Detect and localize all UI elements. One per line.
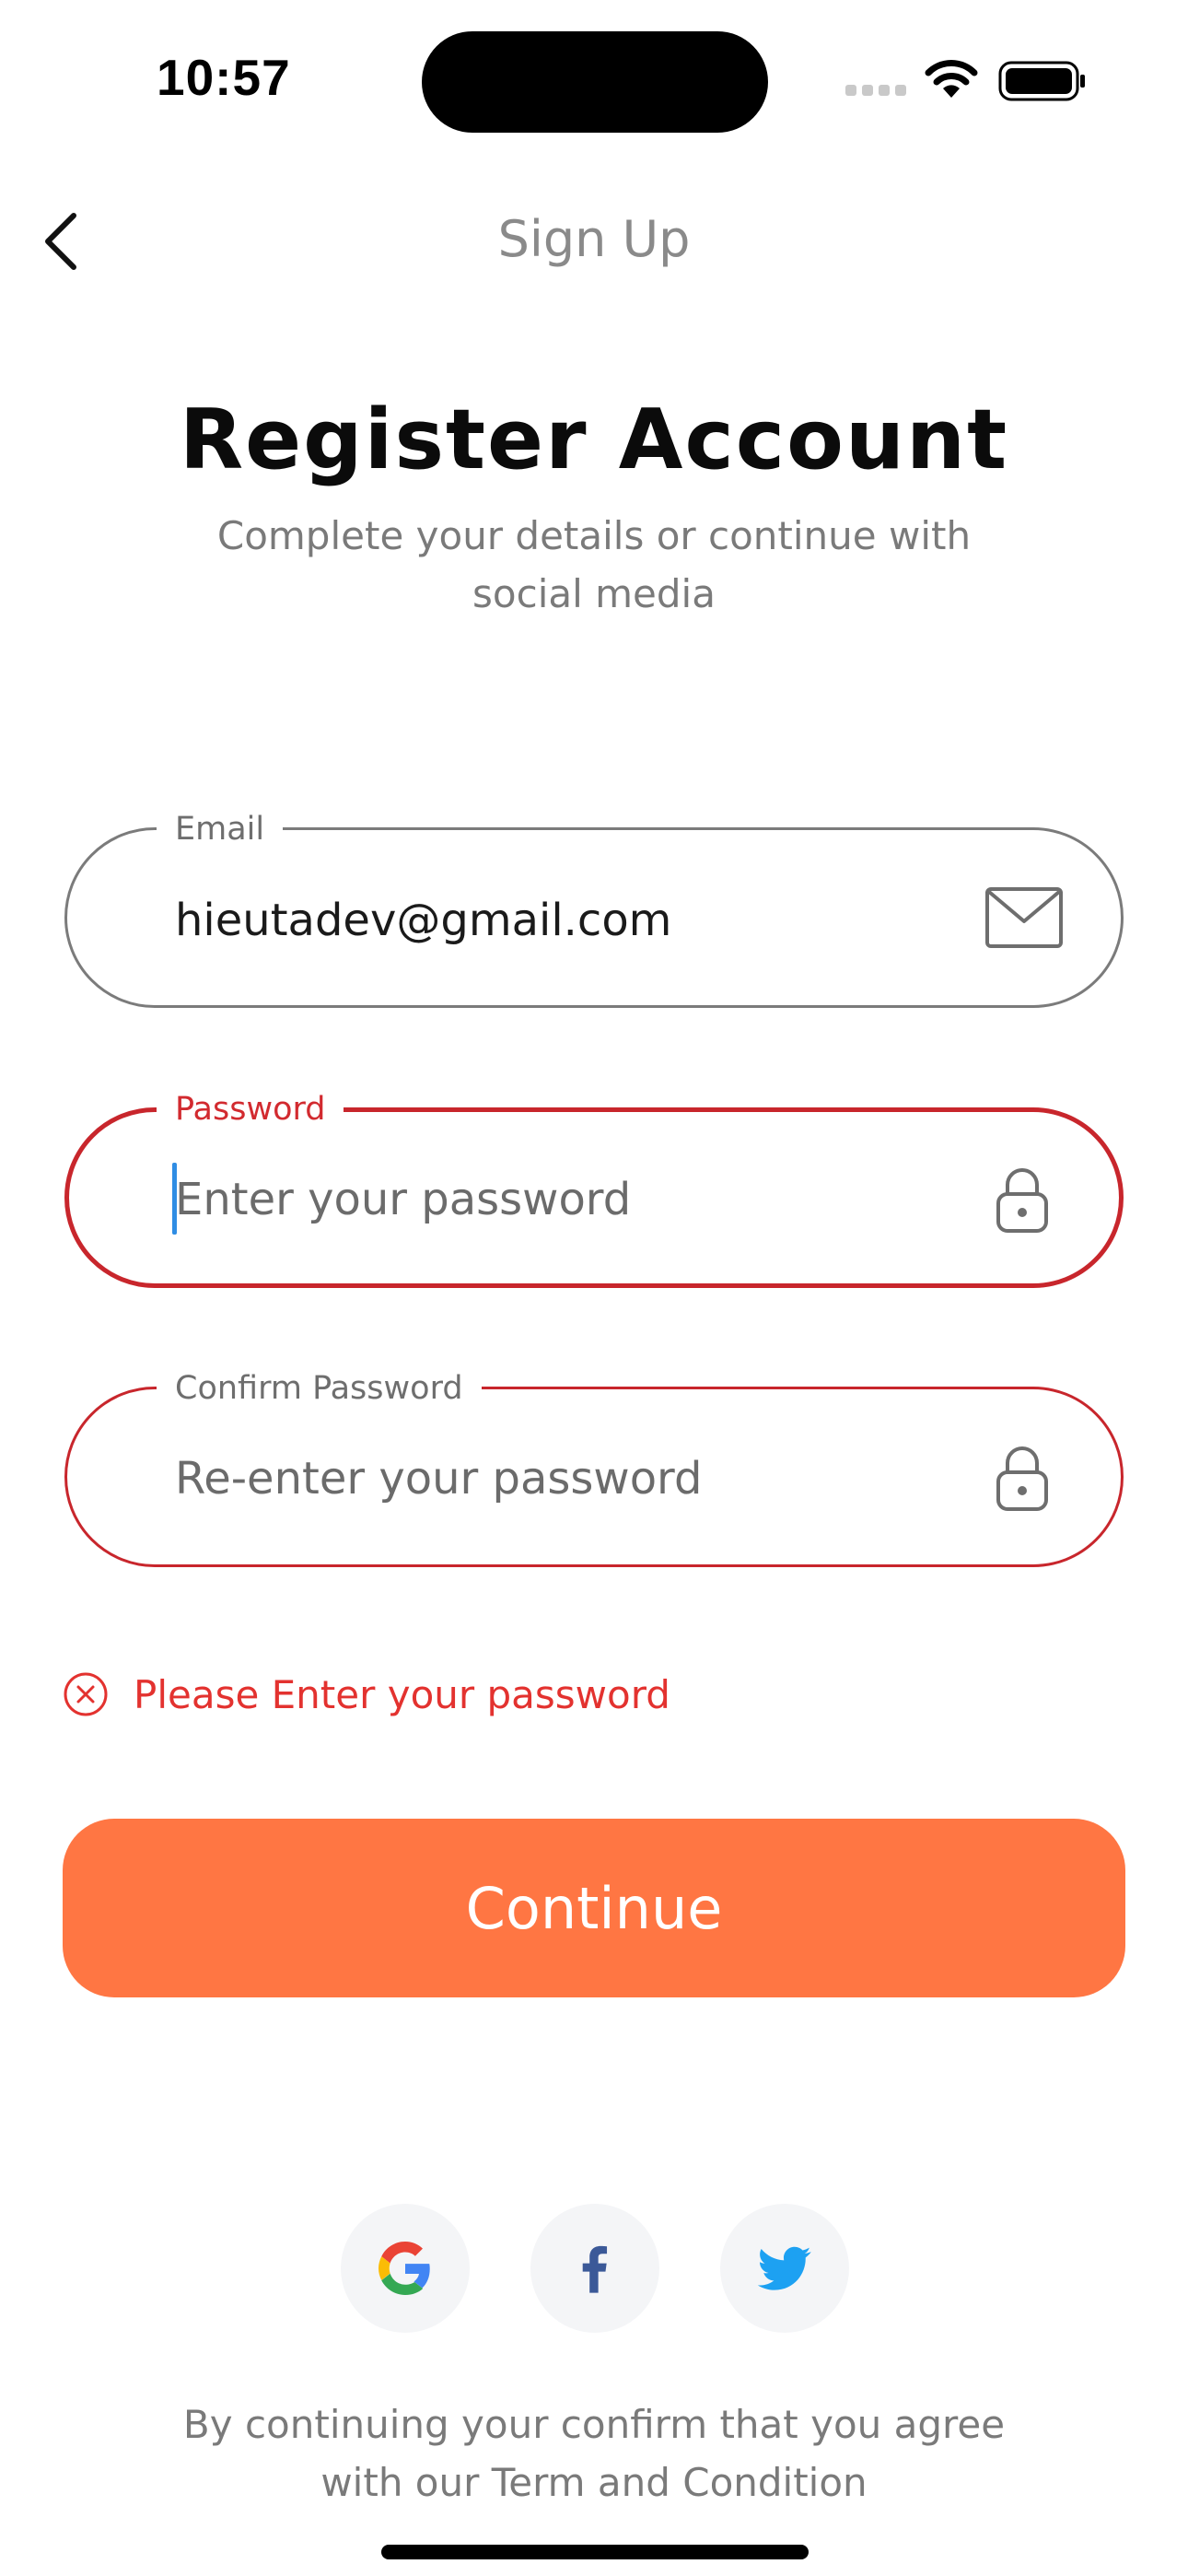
error-message: Please Enter your password [134, 1672, 670, 1717]
password-label: Password [157, 1091, 344, 1128]
lock-icon [996, 1168, 1048, 1233]
cellular-signal-icon [845, 85, 906, 96]
confirm-password-label: Confirm Password [157, 1370, 482, 1407]
continue-button[interactable]: Continue [63, 1819, 1125, 1997]
continue-label: Continue [465, 1874, 723, 1942]
dynamic-island [422, 31, 768, 133]
email-label: Email [157, 811, 284, 848]
wifi-icon [925, 60, 978, 98]
page-subtitle: Complete your details or continue with s… [216, 513, 972, 616]
confirm-password-input[interactable]: Re-enter your password [175, 1451, 702, 1506]
terms-text: By continuing your confirm that you agre… [182, 2402, 1006, 2505]
battery-icon [998, 61, 1085, 101]
home-indicator [381, 2545, 809, 2559]
mail-icon [985, 887, 1063, 948]
facebook-icon [582, 2245, 608, 2293]
twitter-icon [757, 2246, 811, 2290]
google-sign-in-button[interactable] [341, 2204, 470, 2333]
page-title: Register Account [179, 392, 1009, 488]
password-input[interactable]: Enter your password [175, 1172, 631, 1227]
nav-title: Sign Up [497, 210, 691, 268]
lock-icon [996, 1446, 1048, 1511]
google-icon [379, 2242, 430, 2295]
status-time: 10:57 [157, 49, 291, 106]
error-circle-icon [64, 1672, 108, 1716]
twitter-sign-in-button[interactable] [720, 2204, 849, 2333]
email-input[interactable]: hieutadev@gmail.com [175, 893, 671, 948]
facebook-sign-in-button[interactable] [530, 2204, 659, 2333]
